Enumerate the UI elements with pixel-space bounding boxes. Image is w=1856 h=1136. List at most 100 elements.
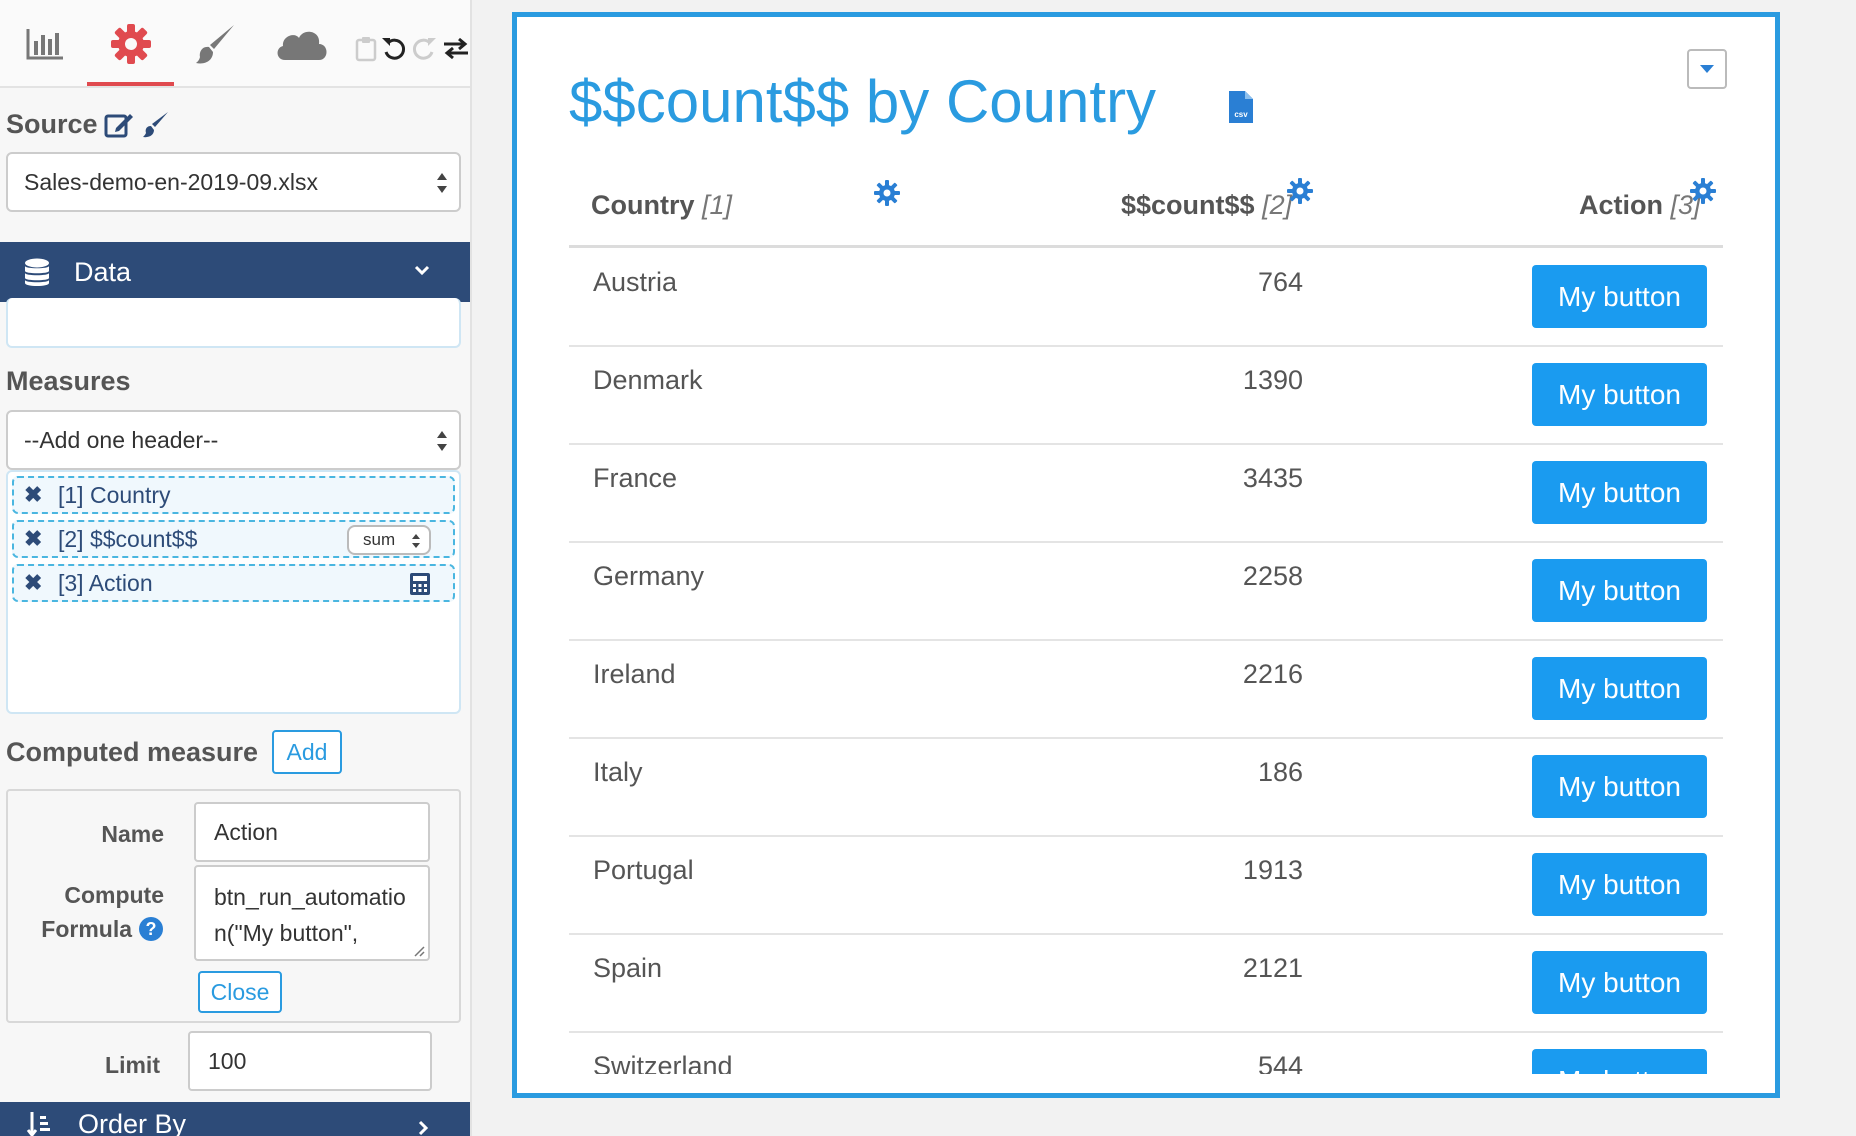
clipboard-icon[interactable] bbox=[352, 34, 380, 62]
table-title: $$count$$ by Country bbox=[569, 68, 1157, 135]
table-bottom-mask bbox=[517, 1074, 1775, 1093]
resize-handle-icon[interactable] bbox=[413, 945, 425, 957]
formula-value: btn_run_automation("My button", bbox=[214, 884, 406, 946]
limit-value: 100 bbox=[208, 1048, 247, 1074]
column-gear-icon[interactable] bbox=[873, 179, 901, 207]
measures-select-value: --Add one header-- bbox=[24, 427, 219, 453]
table-row: Italy 186 My button bbox=[569, 739, 1723, 837]
table-row: Spain 2121 My button bbox=[569, 935, 1723, 1033]
my-button[interactable]: My button bbox=[1532, 265, 1707, 328]
add-computed-button[interactable]: Add bbox=[272, 730, 342, 774]
my-button[interactable]: My button bbox=[1532, 461, 1707, 524]
data-panel bbox=[6, 298, 461, 348]
my-button[interactable]: My button bbox=[1532, 951, 1707, 1014]
cell-count: 764 bbox=[1257, 267, 1303, 297]
database-icon bbox=[25, 258, 49, 286]
cell-country: Denmark bbox=[593, 365, 703, 395]
select-arrows-icon bbox=[437, 431, 447, 451]
aggregation-value: sum bbox=[363, 530, 396, 549]
name-input[interactable]: Action bbox=[194, 802, 430, 862]
name-label: Name bbox=[101, 821, 164, 847]
measure-item-label: [1] Country bbox=[58, 482, 171, 508]
aggregation-select[interactable]: sum bbox=[347, 525, 431, 555]
chart-icon[interactable] bbox=[17, 18, 73, 70]
table-row: Austria 764 My button bbox=[569, 249, 1723, 347]
source-file-select[interactable]: Sales-demo-en-2019-09.xlsx bbox=[6, 152, 461, 212]
source-brush-icon[interactable] bbox=[142, 110, 170, 138]
gear-icon[interactable] bbox=[103, 18, 159, 70]
my-button[interactable]: My button bbox=[1532, 363, 1707, 426]
order-by-section-header[interactable]: Order By bbox=[0, 1102, 470, 1136]
computed-measure-label: Computed measure bbox=[6, 737, 259, 767]
svg-text:?: ? bbox=[146, 919, 157, 939]
formula-label: Formula bbox=[41, 916, 132, 942]
select-arrows-icon bbox=[412, 534, 420, 548]
swap-icon[interactable] bbox=[442, 34, 470, 62]
cell-country: Germany bbox=[593, 561, 705, 591]
help-icon[interactable]: ? bbox=[138, 916, 164, 942]
left-sidebar: Source Sales-demo-en-2019-09.xlsx Data M… bbox=[0, 0, 472, 1136]
calculator-icon[interactable] bbox=[409, 572, 431, 596]
edit-icon[interactable] bbox=[104, 110, 134, 140]
sort-icon bbox=[26, 1112, 50, 1136]
col-header-name: $$count$$ bbox=[1121, 190, 1255, 220]
cell-count: 2216 bbox=[1242, 659, 1303, 689]
undo-icon[interactable] bbox=[380, 34, 408, 62]
measure-item-action[interactable]: ✖ [3] Action bbox=[12, 564, 455, 602]
col-header-count[interactable]: $$count$$ [2] bbox=[1121, 190, 1292, 221]
widget-menu-dropdown[interactable] bbox=[1687, 49, 1727, 89]
measure-item-country[interactable]: ✖ [1] Country bbox=[12, 476, 455, 514]
cell-country: Ireland bbox=[593, 659, 676, 689]
close-button[interactable]: Close bbox=[198, 971, 282, 1013]
col-header-name: Action bbox=[1579, 190, 1663, 220]
remove-icon[interactable]: ✖ bbox=[24, 566, 42, 600]
chevron-down-icon bbox=[414, 265, 430, 276]
computed-measure-form: Name Action Compute Formula ? btn_run_au… bbox=[6, 789, 461, 1023]
table-row: Germany 2258 My button bbox=[569, 543, 1723, 641]
column-gear-icon[interactable] bbox=[1286, 177, 1314, 205]
cell-country: France bbox=[593, 463, 678, 493]
cell-country: Austria bbox=[593, 267, 678, 297]
column-gear-icon[interactable] bbox=[1689, 177, 1717, 205]
chevron-right-icon bbox=[418, 1120, 429, 1136]
cell-country: Italy bbox=[593, 757, 643, 787]
active-tab-indicator bbox=[87, 82, 174, 86]
source-label: Source bbox=[6, 109, 98, 140]
redo-icon[interactable] bbox=[410, 34, 438, 62]
remove-icon[interactable]: ✖ bbox=[24, 522, 42, 556]
measure-item-label: [3] Action bbox=[58, 570, 153, 596]
my-button[interactable]: My button bbox=[1532, 559, 1707, 622]
data-section-header[interactable]: Data bbox=[0, 242, 470, 302]
measures-header-select[interactable]: --Add one header-- bbox=[6, 410, 461, 470]
limit-input[interactable]: 100 bbox=[188, 1031, 432, 1091]
select-arrows-icon bbox=[437, 173, 447, 193]
source-label-text: Source bbox=[6, 109, 98, 139]
table-row: Denmark 1390 My button bbox=[569, 347, 1723, 445]
my-button[interactable]: My button bbox=[1532, 657, 1707, 720]
col-header-country[interactable]: Country [1] bbox=[591, 190, 732, 221]
toolbar bbox=[0, 0, 470, 88]
cell-count: 1390 bbox=[1242, 365, 1303, 395]
order-by-label: Order By bbox=[78, 1109, 187, 1136]
formula-textarea[interactable]: btn_run_automation("My button", bbox=[194, 865, 430, 961]
limit-label: Limit bbox=[105, 1052, 160, 1078]
cloud-icon[interactable] bbox=[273, 18, 329, 70]
compute-label: Compute bbox=[64, 882, 164, 908]
cell-count: 1913 bbox=[1242, 855, 1303, 885]
col-header-name: Country bbox=[591, 190, 695, 220]
remove-icon[interactable]: ✖ bbox=[24, 478, 42, 512]
brush-icon[interactable] bbox=[188, 18, 244, 70]
table-row: Portugal 1913 My button bbox=[569, 837, 1723, 935]
cell-count: 2121 bbox=[1242, 953, 1303, 983]
my-button[interactable]: My button bbox=[1532, 755, 1707, 818]
header-divider bbox=[569, 245, 1723, 248]
caret-down-icon bbox=[1700, 65, 1714, 73]
cell-count: 3435 bbox=[1242, 463, 1303, 493]
measure-item-count[interactable]: ✖ [2] $$count$$ sum bbox=[12, 520, 455, 558]
cell-count: 186 bbox=[1257, 757, 1303, 787]
table-row: France 3435 My button bbox=[569, 445, 1723, 543]
csv-export-icon[interactable]: csv bbox=[1227, 89, 1255, 125]
col-header-action[interactable]: Action [3] bbox=[1579, 190, 1701, 221]
measure-item-label: [2] $$count$$ bbox=[58, 526, 198, 552]
my-button[interactable]: My button bbox=[1532, 853, 1707, 916]
